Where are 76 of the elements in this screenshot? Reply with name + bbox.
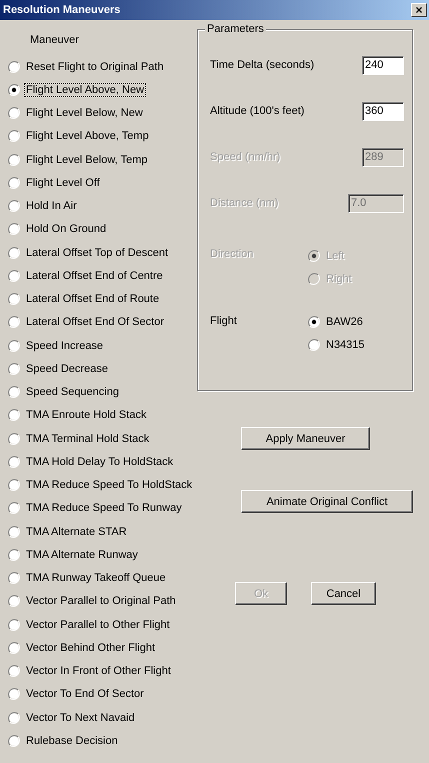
- maneuver-label[interactable]: Vector To End Of Sector: [25, 688, 145, 700]
- radio-button[interactable]: [8, 200, 20, 212]
- radio-button[interactable]: [8, 572, 20, 584]
- animate-conflict-button[interactable]: Animate Original Conflict: [241, 490, 413, 513]
- radio-button[interactable]: [8, 432, 20, 445]
- maneuver-label[interactable]: Vector In Front of Other Flight: [25, 665, 172, 678]
- radio-button[interactable]: [8, 712, 20, 724]
- maneuver-label[interactable]: Reset Flight to Original Path: [25, 60, 165, 73]
- close-button[interactable]: ×: [411, 3, 427, 17]
- maneuver-label[interactable]: Lateral Offset End of Route: [25, 293, 160, 306]
- group-title: Parameters: [205, 23, 266, 35]
- input-field[interactable]: 240: [362, 56, 404, 74]
- field-label: Time Delta (seconds): [210, 59, 314, 71]
- radio-button[interactable]: [8, 223, 20, 236]
- maneuver-label[interactable]: Vector Parallel to Original Path: [25, 595, 177, 608]
- maneuver-label[interactable]: Flight Level Below, New: [25, 107, 144, 120]
- radio-button[interactable]: [8, 688, 20, 700]
- radio-label: N34315: [325, 339, 366, 352]
- radio-button[interactable]: [8, 526, 20, 538]
- radio-button[interactable]: [308, 339, 320, 352]
- radio-button[interactable]: [308, 316, 320, 328]
- maneuver-label[interactable]: Flight Level Above, New: [25, 84, 146, 96]
- maneuver-label[interactable]: Hold On Ground: [25, 223, 108, 236]
- radio-button[interactable]: [8, 107, 20, 120]
- window-title: Resolution Maneuvers: [3, 4, 120, 16]
- maneuver-label[interactable]: Vector Behind Other Flight: [25, 642, 156, 654]
- radio-button[interactable]: [8, 618, 20, 631]
- maneuver-label[interactable]: Lateral Offset End Of Sector: [25, 316, 165, 328]
- maneuver-label[interactable]: TMA Alternate STAR: [25, 526, 128, 538]
- maneuver-label[interactable]: TMA Enroute Hold Stack: [25, 409, 148, 422]
- radio-button[interactable]: [8, 84, 20, 96]
- maneuver-label[interactable]: TMA Hold Delay To HoldStack: [25, 456, 174, 468]
- maneuver-label[interactable]: TMA Reduce Speed To HoldStack: [25, 479, 194, 492]
- maneuver-label[interactable]: TMA Reduce Speed To Runway: [25, 502, 183, 514]
- radio-button[interactable]: [8, 642, 20, 654]
- cancel-button[interactable]: Cancel: [311, 582, 376, 605]
- section-label: Maneuver: [30, 33, 80, 48]
- maneuver-label[interactable]: TMA Alternate Runway: [25, 548, 139, 561]
- maneuver-label[interactable]: Speed Decrease: [25, 362, 109, 375]
- field-label: Altitude (100's feet): [210, 105, 304, 117]
- maneuver-label[interactable]: Flight Level Above, Temp: [25, 130, 150, 142]
- radio-button[interactable]: [8, 409, 20, 422]
- radio-button[interactable]: [8, 502, 20, 514]
- radio-button[interactable]: [8, 270, 20, 282]
- maneuver-label[interactable]: TMA Runway Takeoff Queue: [25, 572, 167, 584]
- radio-button[interactable]: [8, 246, 20, 259]
- radio-button[interactable]: [8, 386, 20, 398]
- maneuver-label[interactable]: Flight Level Off: [25, 176, 101, 189]
- radio-button[interactable]: [8, 176, 20, 189]
- maneuver-label[interactable]: Speed Increase: [25, 340, 104, 352]
- maneuver-label[interactable]: Vector Parallel to Other Flight: [25, 618, 171, 631]
- maneuver-label[interactable]: Vector To Next Navaid: [25, 712, 136, 724]
- radio-button[interactable]: [8, 293, 20, 306]
- maneuver-label[interactable]: Lateral Offset Top of Descent: [25, 246, 170, 259]
- radio-button[interactable]: [8, 595, 20, 608]
- maneuver-label[interactable]: Flight Level Below, Temp: [25, 154, 148, 166]
- radio-button[interactable]: [8, 665, 20, 678]
- maneuver-label[interactable]: Speed Sequencing: [25, 386, 120, 398]
- radio-button[interactable]: [8, 362, 20, 375]
- radio-button[interactable]: [8, 130, 20, 142]
- apply-maneuver-button[interactable]: Apply Maneuver: [241, 427, 370, 450]
- radio-button[interactable]: [8, 734, 20, 747]
- radio-button[interactable]: [8, 340, 20, 352]
- radio-button[interactable]: [8, 60, 20, 73]
- radio-button[interactable]: [8, 548, 20, 561]
- maneuver-label[interactable]: Lateral Offset End of Centre: [25, 270, 164, 282]
- radio-button[interactable]: [8, 316, 20, 328]
- input-field[interactable]: 360: [362, 102, 404, 120]
- maneuver-label[interactable]: TMA Terminal Hold Stack: [25, 432, 150, 445]
- radio-label: BAW26: [325, 316, 364, 328]
- radio-button[interactable]: [8, 456, 20, 468]
- option-label: Flight: [210, 314, 238, 328]
- maneuver-label[interactable]: Rulebase Decision: [25, 734, 119, 747]
- maneuver-label[interactable]: Hold In Air: [25, 200, 78, 212]
- radio-button[interactable]: [8, 154, 20, 166]
- radio-button[interactable]: [8, 479, 20, 492]
